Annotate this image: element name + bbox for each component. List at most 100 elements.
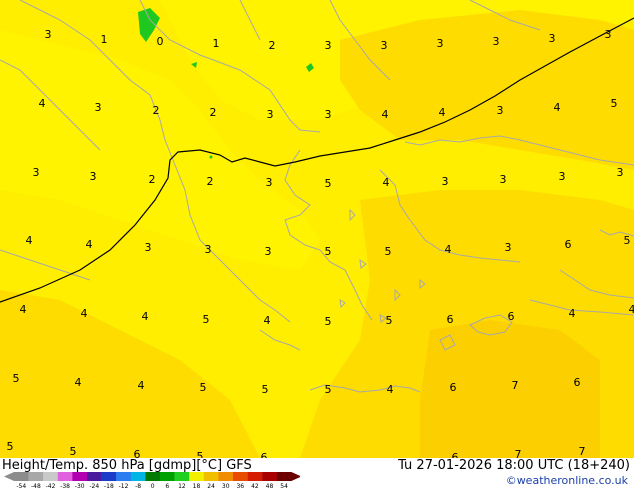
temperature-value-label: 4 <box>383 176 390 189</box>
colorbar-swatch <box>145 472 161 481</box>
temperature-value-label: 3 <box>605 28 612 41</box>
colorbar-tick-label: -42 <box>46 483 56 490</box>
temperature-value-label: 6 <box>447 313 454 326</box>
temperature-value-label: 4 <box>39 97 46 110</box>
temperature-value-label: 4 <box>382 108 389 121</box>
colorbar-tick-label: -12 <box>119 483 129 490</box>
map-datetime: Tu 27-01-2026 18:00 UTC (18+240) <box>398 458 630 473</box>
temperature-value-label: 7 <box>579 445 586 458</box>
colorbar-swatch <box>218 472 234 481</box>
temperature-value-label: 2 <box>153 104 160 117</box>
colorbar-swatch <box>28 472 44 481</box>
chart-stage: 3101233333343223344345332235433334433355… <box>0 0 634 490</box>
colorbar-tick-label: -30 <box>75 483 85 490</box>
temperature-value-label: 7 <box>512 379 519 392</box>
temperature-value-label: 3 <box>442 175 449 188</box>
colorbar-min-arrow <box>4 472 14 481</box>
temperature-value-label: 3 <box>437 37 444 50</box>
temperature-value-label: 3 <box>617 166 624 179</box>
colorbar-swatch <box>72 472 88 481</box>
colorbar-tick-label: -8 <box>135 483 141 490</box>
temperature-value-label: 5 <box>13 372 20 385</box>
temperature-value-label: 5 <box>611 97 618 110</box>
temperature-value-label: 3 <box>325 108 332 121</box>
colorbar-legend: -54 -48 -42 -38 -30 -24 -18 -12 -8 0 6 12 18 24 30 36 42… <box>4 472 300 490</box>
temperature-value-label: 3 <box>559 170 566 183</box>
colorbar-swatch <box>189 472 204 481</box>
colorbar-tick-label: 12 <box>178 483 186 490</box>
colorbar-tick-label: 54 <box>280 483 288 490</box>
temperature-value-label: 3 <box>500 173 507 186</box>
colorbar-tick-label: 30 <box>222 483 230 490</box>
colorbar-swatch <box>14 472 29 481</box>
temperature-value-label: 3 <box>505 241 512 254</box>
temperature-value-label: 4 <box>439 106 446 119</box>
temperature-value-label: 3 <box>33 166 40 179</box>
colorbar-tick-label: 0 <box>151 483 155 490</box>
temperature-value-label: 4 <box>138 379 145 392</box>
temperature-value-label: 5 <box>325 177 332 190</box>
temperature-value-label: 3 <box>267 108 274 121</box>
temperature-value-label: 6 <box>452 451 459 458</box>
temperature-value-label: 6 <box>134 448 141 458</box>
temperature-value-label: 3 <box>95 101 102 114</box>
warmer-zone-south <box>420 320 600 458</box>
temperature-value-label: 4 <box>554 101 561 114</box>
temperature-value-label: 3 <box>266 176 273 189</box>
temperature-value-label: 4 <box>75 376 82 389</box>
colorbar-tick-label: -24 <box>89 483 99 490</box>
colorbar-swatches <box>4 472 300 481</box>
colorbar-swatch <box>130 472 146 481</box>
temperature-value-label: 5 <box>386 314 393 327</box>
temperature-value-label: 3 <box>493 35 500 48</box>
temperature-value-label: 3 <box>497 104 504 117</box>
temperature-value-label: 5 <box>70 445 77 458</box>
temperature-value-label: 4 <box>569 307 576 320</box>
temperature-value-label: 4 <box>264 314 271 327</box>
temperature-value-label: 3 <box>265 245 272 258</box>
colorbar-swatch <box>262 472 277 481</box>
colorbar-swatch <box>43 472 58 481</box>
temperature-value-label: 4 <box>387 383 394 396</box>
temperature-value-label: 5 <box>262 383 269 396</box>
colorbar-swatch <box>276 472 292 481</box>
temperature-value-label: 3 <box>90 170 97 183</box>
temperature-value-label: 5 <box>624 234 631 247</box>
temperature-value-label: 5 <box>7 440 14 453</box>
temperature-value-label: 2 <box>207 175 214 188</box>
colorbar-tick-label: 24 <box>207 483 215 490</box>
colorbar-swatch <box>116 472 131 481</box>
temperature-value-label: 5 <box>325 245 332 258</box>
colorbar-tick-label: -38 <box>60 483 70 490</box>
temperature-value-label: 6 <box>565 238 572 251</box>
colorbar-max-arrow <box>291 472 300 481</box>
temperature-value-label: 0 <box>157 35 164 48</box>
temperature-value-label: 2 <box>149 173 156 186</box>
temperature-value-label: 4 <box>20 303 27 316</box>
temperature-value-label: 4 <box>142 310 149 323</box>
colorbar-swatch <box>101 472 117 481</box>
temperature-value-label: 6 <box>450 381 457 394</box>
temperature-value-label: 5 <box>203 313 210 326</box>
colorbar-swatch <box>57 472 73 481</box>
colorbar-tick-label: 42 <box>251 483 259 490</box>
colorbar-swatch <box>233 472 248 481</box>
temperature-value-label: 3 <box>549 32 556 45</box>
colorbar-tick-label: -54 <box>16 483 26 490</box>
colorbar-tick-label: 48 <box>266 483 274 490</box>
colorbar-tick-label: 36 <box>236 483 244 490</box>
temperature-value-label: 6 <box>574 376 581 389</box>
temperature-value-label: 2 <box>269 39 276 52</box>
colorbar-tick-label: 6 <box>165 483 169 490</box>
temperature-value-label: 1 <box>101 33 108 46</box>
colorbar-tick-label: -48 <box>31 483 41 490</box>
colorbar-ticks: -54 -48 -42 -38 -30 -24 -18 -12 -8 0 6 12 18 24 30 36 42… <box>16 483 288 490</box>
temperature-value-label: 4 <box>81 307 88 320</box>
temperature-value-label: 7 <box>515 448 522 458</box>
colorbar-swatch <box>174 472 190 481</box>
temperature-value-label: 3 <box>205 243 212 256</box>
green-patch-dot <box>209 155 213 159</box>
credit-link[interactable]: ©weatheronline.co.uk <box>506 474 628 487</box>
colorbar-tick-label: -18 <box>104 483 114 490</box>
temperature-value-label: 2 <box>210 106 217 119</box>
